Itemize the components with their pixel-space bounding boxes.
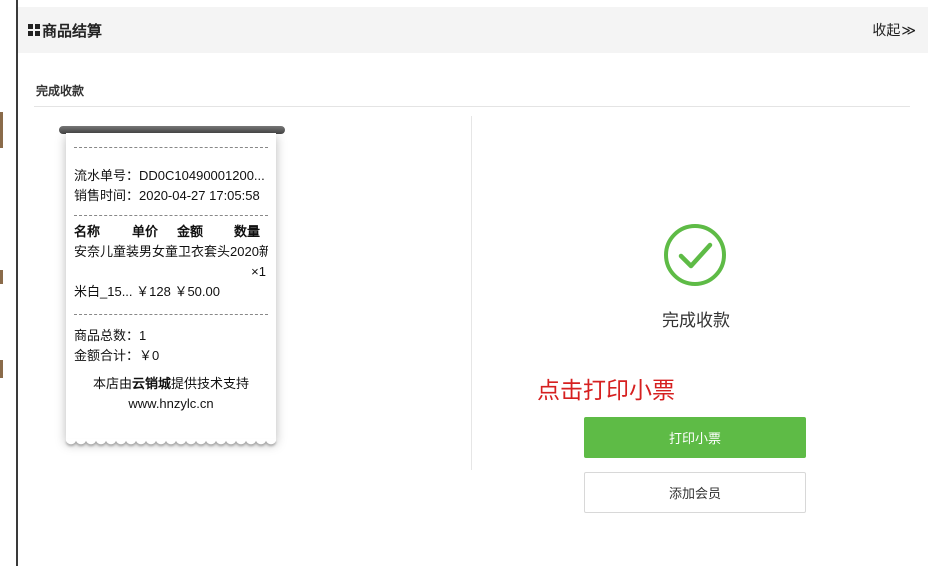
section-title: 完成收款 (36, 84, 85, 98)
receipt-item-line: 米白_15... ￥128 ￥50.00 (74, 284, 220, 299)
window-border (16, 0, 18, 566)
receipt-col-amount: 金额 (177, 224, 204, 239)
receipt-total-amount: 金额合计：￥0 (74, 348, 160, 363)
receipt-time: 销售时间：2020-04-27 17:05:58 (74, 188, 260, 203)
edge-mark (0, 112, 3, 148)
receipt-footer-brand: 云销城 (131, 376, 171, 391)
annotation-text: 点击打印小票 (537, 378, 675, 404)
receipt-item-name: 安奈儿童装男女童卫衣套头2020新 (74, 244, 268, 259)
receipt-col-name: 名称 (74, 224, 101, 239)
panel-title: 商品结算 (42, 22, 103, 40)
section-divider (34, 106, 910, 107)
receipt-total-count: 商品总数：1 (74, 328, 147, 343)
add-member-button[interactable]: 添加会员 (584, 472, 806, 513)
vertical-divider (471, 116, 472, 470)
print-receipt-button[interactable]: 打印小票 (584, 417, 806, 458)
edge-mark (0, 270, 3, 284)
receipt-torn-edge (66, 439, 276, 449)
receipt-preview: 流水单号：DD0C10490001200... 销售时间：2020-04-27 … (66, 133, 276, 441)
payment-complete-text: 完成收款 (662, 311, 730, 330)
receipt-footer-suffix: 提供技术支持 (171, 376, 250, 391)
receipt-col-price: 单价 (132, 224, 159, 239)
edge-mark (0, 360, 3, 378)
receipt-serial: 流水单号：DD0C10490001200... (74, 168, 265, 183)
receipt-columns: 名称 单价 金额 数量 (74, 222, 268, 242)
panel-header: 商品结算 收起≫ (18, 7, 928, 53)
receipt-item-qty: ×1 (251, 264, 266, 279)
header-title-group: 商品结算 (28, 20, 102, 41)
receipt-col-qty: 数量 (234, 224, 261, 239)
receipt-footer: 本店由云销城提供技术支持 (74, 374, 268, 394)
receipt-website: www.hnzylc.cn (128, 396, 214, 411)
receipt-footer-prefix: 本店由 (92, 376, 132, 391)
collapse-button[interactable]: 收起≫ (872, 20, 916, 40)
check-circle-icon (664, 224, 726, 286)
chevron-double-right-icon: ≫ (901, 22, 916, 38)
grid-icon (28, 24, 40, 36)
collapse-label: 收起 (872, 22, 901, 38)
